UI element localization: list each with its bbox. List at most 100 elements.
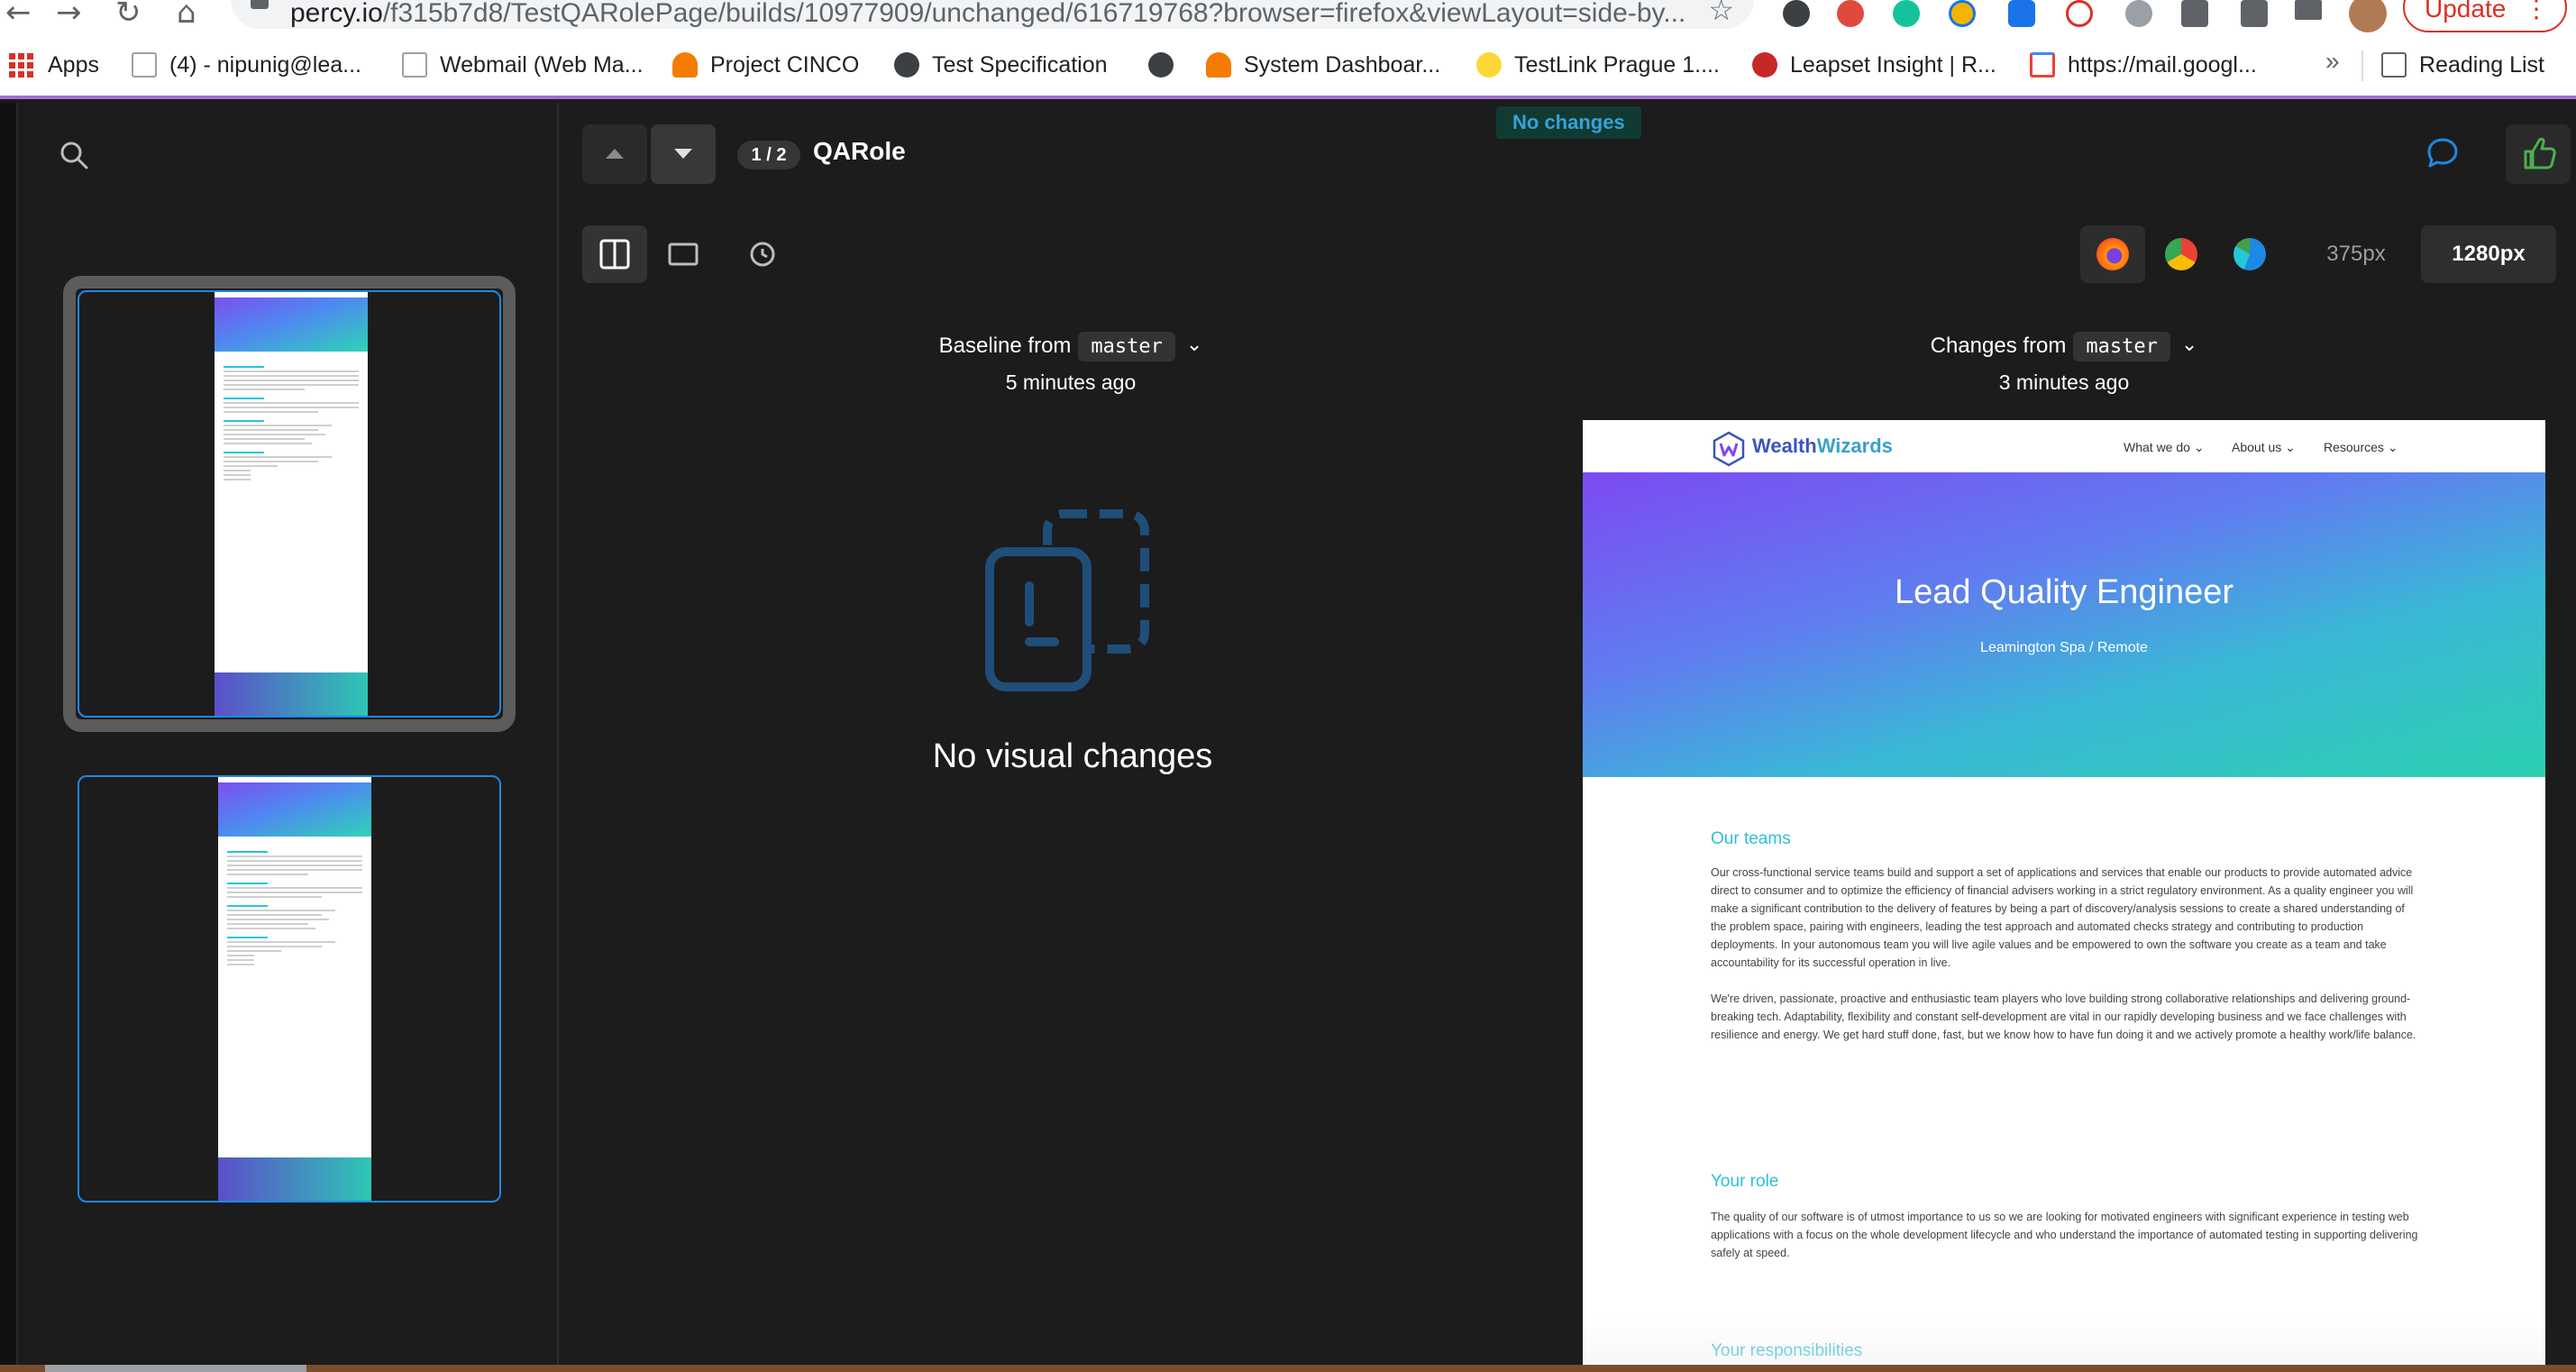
changes-screenshot[interactable]: WealthWizards What we do ⌄ About us ⌄ Re…	[1583, 420, 2545, 1372]
apps-grid-icon	[9, 52, 33, 78]
edge-icon	[2233, 238, 2266, 270]
comment-icon[interactable]	[2425, 135, 2461, 171]
grammarly-icon[interactable]	[1893, 0, 1920, 27]
bookmark-label: System Dashboar...	[1244, 51, 1441, 78]
bookmark-apps[interactable]: Apps	[9, 47, 99, 83]
bookmark-mail[interactable]: (4) - nipunig@lea...	[132, 47, 361, 83]
side-by-side-view-button[interactable]	[582, 225, 647, 283]
bookmark-system-dashboard[interactable]: System Dashboar...	[1206, 47, 1440, 83]
reading-list[interactable]: Reading List	[2381, 47, 2544, 83]
browser-firefox-button[interactable]	[2080, 225, 2145, 283]
extension-icon[interactable]	[1783, 0, 1810, 27]
chevron-down-icon	[674, 149, 692, 159]
chevron-down-icon: ⌄	[2285, 440, 2296, 454]
update-button[interactable]: Update ⋮	[2403, 0, 2567, 32]
previous-snapshot-button[interactable]	[582, 124, 647, 184]
empty-state-message: No visual changes	[932, 737, 1213, 775]
changes-header: Changes from master ⌄ 3 minutes ago	[1749, 332, 2380, 395]
hero-title: Lead Quality Engineer	[1894, 573, 2234, 611]
thumbs-up-icon	[2524, 137, 2556, 169]
chevron-down-icon: ⌄	[2193, 440, 2205, 454]
status-badge: No changes	[1496, 106, 1641, 139]
avatar[interactable]	[2349, 0, 2387, 32]
menu-label: About us	[2232, 440, 2282, 454]
snapshot-thumbnail[interactable]	[78, 290, 501, 718]
reading-list-label: Reading List	[2419, 51, 2544, 78]
extension-icon[interactable]	[2125, 0, 2152, 27]
globe-icon	[894, 52, 919, 78]
url-host: percy.io	[290, 0, 383, 28]
gmail-icon	[2030, 52, 2055, 78]
extension-icon[interactable]	[2181, 0, 2208, 27]
changes-branch[interactable]: master	[2073, 332, 2170, 361]
section-title: Our teams	[1711, 829, 1791, 848]
bookmark-gmail[interactable]: https://mail.googl...	[2030, 47, 2257, 83]
bookmark-webmail[interactable]: Webmail (Web Ma...	[402, 47, 644, 83]
puzzle-icon[interactable]	[2241, 0, 2268, 27]
approve-button[interactable]	[2506, 124, 2571, 184]
browser-chrome-button[interactable]	[2149, 225, 2214, 283]
lock-icon	[251, 0, 269, 9]
extension-icon[interactable]	[2008, 0, 2035, 27]
section-body: We're driven, passionate, proactive and …	[1711, 992, 2416, 1041]
bookmark-globe[interactable]	[1148, 47, 1186, 83]
scrollbar-thumb[interactable]	[45, 1365, 306, 1372]
extension-icon[interactable]	[1837, 0, 1864, 27]
next-snapshot-button[interactable]	[651, 124, 716, 184]
media-icon[interactable]	[2295, 0, 2322, 20]
globe-icon	[1148, 52, 1174, 78]
bookmark-label: Apps	[48, 51, 99, 78]
menu-label: What we do	[2124, 440, 2190, 454]
logo-part-1: Wealth	[1752, 434, 1817, 457]
mail-icon	[402, 52, 427, 78]
leapset-icon	[1752, 52, 1777, 78]
url-path: /f315b7d8/TestQARolePage/builds/10977909…	[382, 0, 1686, 28]
bookmark-leapset[interactable]: Leapset Insight | R...	[1752, 47, 1996, 83]
bookmark-label: Webmail (Web Ma...	[440, 51, 644, 78]
bookmark-testlink[interactable]: TestLink Prague 1....	[1476, 47, 1720, 83]
jira-icon	[672, 52, 698, 78]
forward-icon[interactable]: →	[56, 0, 82, 31]
site-menu-resources: Resources ⌄	[2324, 440, 2398, 455]
chevron-down-icon[interactable]: ⌄	[2181, 333, 2197, 356]
bookmarks-bar: Apps (4) - nipunig@lea... Webmail (Web M…	[0, 34, 2576, 99]
snapshot-name: QARole	[813, 137, 906, 165]
testlink-icon	[1476, 52, 1502, 78]
single-view-button[interactable]	[651, 225, 716, 283]
width-375-button[interactable]: 375px	[2320, 225, 2392, 283]
snapshot-counter: 1 / 2	[737, 141, 800, 169]
address-bar[interactable]: percy.io/f315b7d8/TestQARolePage/builds/…	[231, 0, 1754, 29]
bookmark-label: Test Specification	[932, 51, 1108, 78]
history-view-button[interactable]	[730, 225, 795, 283]
bookmarks-more-icon[interactable]: »	[2325, 47, 2340, 76]
menu-dots-icon: ⋮	[2524, 0, 2549, 23]
bookmark-test-spec[interactable]: Test Specification	[894, 47, 1108, 83]
section-body: Our cross-functional service teams build…	[1711, 866, 2414, 969]
width-1280-button[interactable]: 1280px	[2421, 225, 2556, 283]
changes-time: 3 minutes ago	[1998, 370, 2130, 394]
chevron-down-icon[interactable]: ⌄	[1186, 333, 1202, 356]
baseline-branch[interactable]: master	[1078, 332, 1175, 361]
section-title: Your role	[1711, 1172, 1779, 1191]
extension-icon[interactable]	[1949, 0, 1976, 27]
url-text[interactable]: percy.io/f315b7d8/TestQARolePage/builds/…	[290, 0, 1685, 29]
chrome-icon	[2165, 238, 2197, 270]
reload-icon[interactable]: ↻	[115, 0, 142, 31]
blocker-icon[interactable]	[2066, 0, 2093, 27]
thumbnail-page	[218, 777, 371, 1201]
browser-edge-button[interactable]	[2217, 225, 2282, 283]
window-bottom-bar	[0, 1365, 2576, 1372]
mail-icon	[132, 52, 157, 78]
site-menu-about-us: About us ⌄	[2232, 440, 2296, 455]
bookmark-label: Leapset Insight | R...	[1790, 51, 1996, 78]
bookmark-project-cinco[interactable]: Project CINCO	[672, 47, 859, 83]
no-changes-icon	[985, 509, 1149, 691]
snapshot-thumbnail[interactable]	[78, 775, 501, 1203]
bookmark-label: TestLink Prague 1....	[1514, 51, 1720, 78]
baseline-header: Baseline from master ⌄ 5 minutes ago	[755, 332, 1386, 395]
back-icon[interactable]: ←	[5, 0, 32, 31]
bookmark-star-icon[interactable]: ☆	[1708, 0, 1734, 27]
search-icon[interactable]	[58, 139, 90, 171]
home-icon[interactable]: ⌂	[177, 0, 196, 31]
hero-subtitle: Leamington Spa / Remote	[1980, 640, 2148, 655]
